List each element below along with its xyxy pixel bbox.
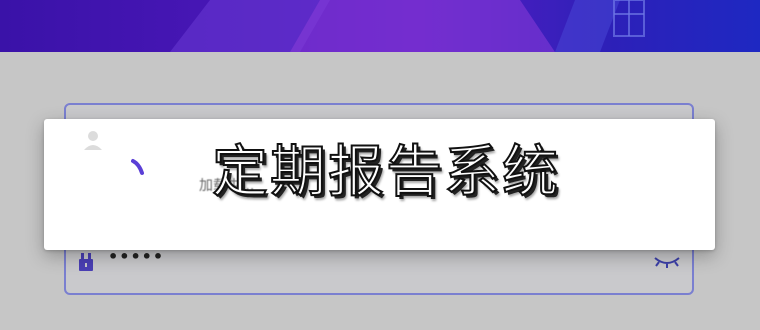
- banner-decoration: [170, 0, 645, 52]
- password-row: •••••: [76, 245, 682, 279]
- password-input[interactable]: •••••: [108, 247, 652, 277]
- lock-icon: [76, 252, 96, 272]
- eye-closed-icon[interactable]: [652, 252, 682, 272]
- loading-dialog: 加载中... 定期报告系统: [44, 119, 715, 250]
- header-banner: [0, 0, 760, 52]
- loading-spinner-icon: [131, 159, 144, 175]
- app-title: 定期报告系统: [211, 139, 560, 206]
- user-icon-ghost: [82, 129, 104, 151]
